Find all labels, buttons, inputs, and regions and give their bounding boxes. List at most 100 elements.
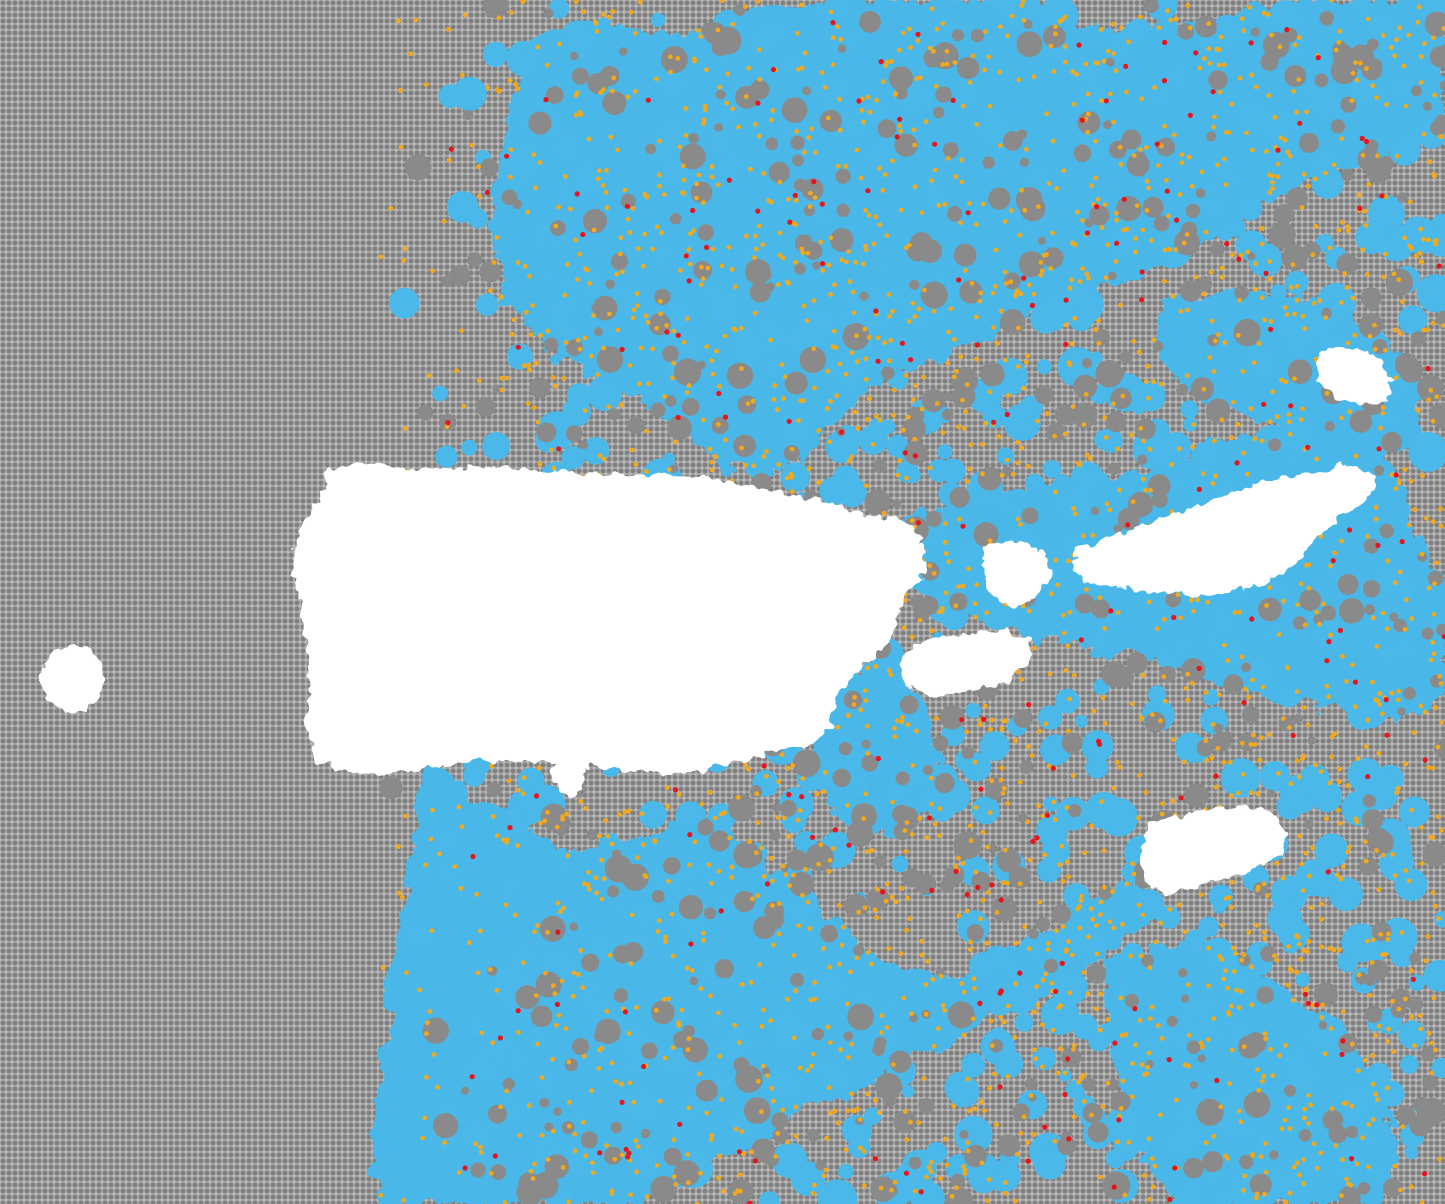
medium-dot: [1225, 985, 1231, 991]
grey-patch: [1186, 1040, 1201, 1055]
medium-dot: [836, 163, 841, 169]
medium-dot: [1065, 643, 1071, 649]
medium-dot: [1094, 951, 1100, 957]
medium-dot: [1374, 95, 1379, 100]
medium-dot: [844, 259, 849, 265]
medium-dot: [830, 846, 836, 851]
medium-dot: [1166, 213, 1171, 219]
medium-dot: [1406, 32, 1412, 38]
medium-dot: [1035, 418, 1041, 424]
medium-dot: [1102, 202, 1108, 208]
medium-dot: [710, 246, 716, 252]
medium-dot: [395, 844, 401, 849]
grey-patch: [1081, 358, 1092, 369]
grey-patch: [925, 511, 942, 528]
medium-dot: [1235, 333, 1241, 338]
medium-dot: [857, 1117, 863, 1122]
medium-dot: [1216, 692, 1222, 698]
medium-dot: [1150, 1156, 1155, 1161]
high-dot: [792, 192, 798, 198]
medium-dot: [1394, 153, 1400, 159]
medium-dot: [622, 187, 628, 193]
medium-dot: [890, 158, 895, 164]
medium-dot: [1217, 89, 1223, 95]
medium-dot: [1275, 174, 1281, 180]
medium-dot: [650, 346, 655, 352]
medium-dot: [538, 333, 543, 338]
map-viewport[interactable]: [0, 0, 1445, 1204]
medium-dot: [882, 340, 887, 346]
medium-dot: [556, 1012, 562, 1018]
medium-dot: [1040, 1022, 1045, 1027]
medium-dot: [824, 1135, 830, 1141]
high-dot: [989, 882, 995, 888]
medium-dot: [499, 387, 505, 393]
high-dot: [1062, 1091, 1068, 1098]
medium-dot: [954, 369, 959, 374]
medium-dot: [1162, 617, 1167, 622]
medium-dot: [1088, 456, 1093, 461]
grey-patch: [1019, 157, 1029, 167]
medium-dot: [1314, 609, 1319, 615]
water-patch: [1208, 149, 1224, 166]
medium-dot: [1382, 951, 1388, 957]
grey-patch: [982, 156, 995, 169]
medium-dot: [590, 1170, 596, 1175]
medium-dot: [513, 82, 518, 87]
medium-dot: [812, 980, 818, 985]
medium-dot: [1355, 756, 1361, 761]
medium-dot: [863, 208, 868, 213]
medium-dot: [863, 698, 869, 703]
medium-dot: [962, 426, 967, 431]
medium-dot: [1354, 77, 1360, 83]
medium-dot: [1010, 471, 1016, 477]
medium-dot: [967, 466, 972, 472]
medium-dot: [1215, 162, 1220, 168]
medium-dot: [607, 952, 613, 958]
medium-dot: [1016, 77, 1022, 83]
medium-dot: [1292, 42, 1298, 48]
high-dot: [515, 1008, 521, 1014]
water-patch: [1088, 1030, 1110, 1052]
medium-dot: [1237, 75, 1243, 81]
medium-dot: [827, 439, 832, 445]
high-dot: [950, 97, 956, 103]
high-dot: [865, 188, 871, 194]
high-dot: [1365, 774, 1371, 780]
grey-patch: [864, 489, 891, 516]
medium-dot: [843, 372, 849, 377]
medium-dot: [561, 905, 566, 911]
medium-dot: [1384, 102, 1389, 107]
medium-dot: [1061, 612, 1066, 618]
grey-patch: [1136, 454, 1148, 465]
medium-dot: [936, 203, 942, 208]
medium-dot: [1438, 681, 1444, 686]
medium-dot: [1392, 1163, 1398, 1169]
water-patch: [1267, 901, 1303, 937]
water-patch: [901, 1084, 915, 1098]
medium-dot: [522, 363, 527, 368]
water-patch: [1314, 833, 1349, 868]
grey-patch: [564, 1058, 578, 1072]
medium-dot: [578, 948, 584, 953]
medium-dot: [1248, 790, 1254, 795]
medium-dot: [488, 288, 493, 294]
high-dot: [645, 97, 651, 103]
medium-dot: [771, 942, 776, 948]
high-dot: [1393, 472, 1399, 478]
medium-dot: [1301, 171, 1307, 177]
medium-dot: [572, 1131, 578, 1137]
medium-dot: [826, 262, 832, 268]
medium-dot: [1158, 381, 1164, 387]
medium-dot: [1313, 224, 1319, 229]
medium-dot: [1050, 138, 1056, 144]
medium-dot: [551, 465, 557, 471]
medium-dot: [942, 539, 948, 545]
high-dot: [1021, 275, 1027, 281]
grey-patch: [792, 749, 821, 778]
medium-dot: [1146, 1136, 1152, 1142]
medium-dot: [1070, 404, 1076, 409]
high-dot: [1288, 403, 1294, 409]
grey-patch: [932, 106, 945, 119]
medium-dot: [1397, 331, 1403, 336]
